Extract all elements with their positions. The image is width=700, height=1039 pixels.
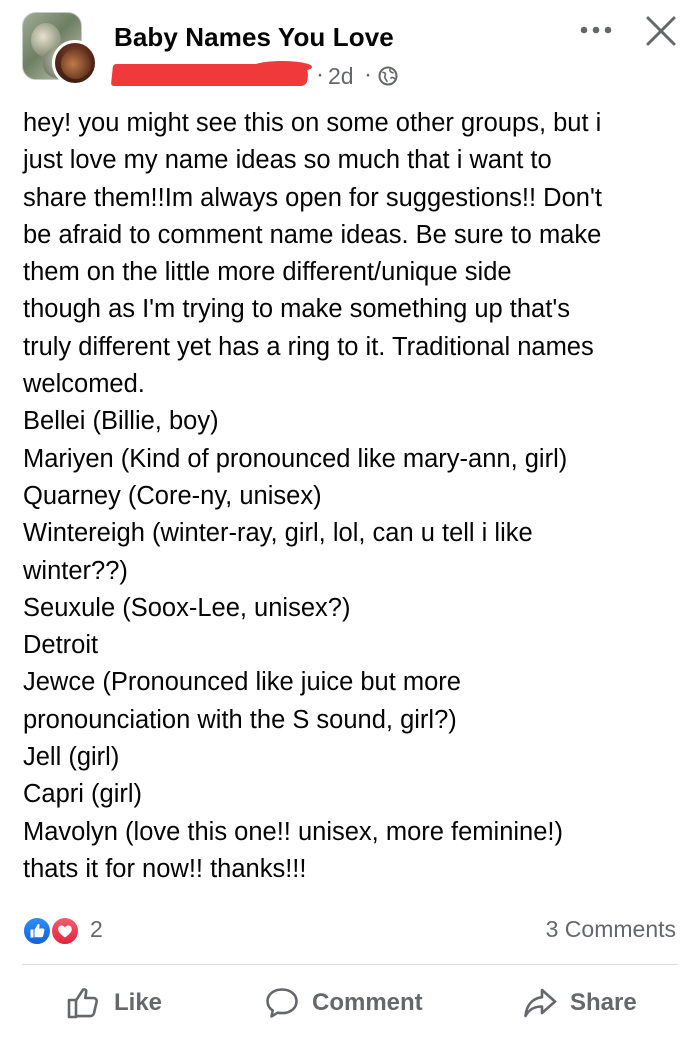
close-button[interactable] <box>644 14 678 48</box>
post-text: hey! you might see this on some other gr… <box>23 105 683 888</box>
post-text-line: Bellei (Billie, boy) <box>23 407 219 436</box>
post-text-line: truly different yet has a ring to it. Tr… <box>23 332 594 361</box>
like-label: Like <box>114 989 163 1016</box>
post-text-line: winter??) <box>23 556 128 585</box>
thumbs-up-icon <box>67 988 98 1019</box>
author-avatar[interactable] <box>52 40 98 86</box>
share-arrow-icon <box>524 988 557 1018</box>
comment-label: Comment <box>312 989 423 1016</box>
more-options-button[interactable] <box>578 18 614 42</box>
post-text-line: Jewce (Pronounced like juice but more <box>23 668 461 697</box>
reactions-summary: 2 3 Comments <box>0 908 700 948</box>
divider <box>22 964 678 965</box>
post-text-line: Wintereigh (winter-ray, girl, lol, can u… <box>23 519 533 548</box>
comments-count-link[interactable]: 3 Comments <box>546 916 676 943</box>
post-text-line: though as I'm trying to make something u… <box>23 295 570 324</box>
post-actions: Like Comment Share <box>0 976 700 1030</box>
post-text-line: hey! you might see this on some other gr… <box>23 109 602 137</box>
share-label: Share <box>570 989 637 1016</box>
post-meta: · 2d · <box>110 60 412 90</box>
post-text-line: Seuxule (Soox-Lee, unisex?) <box>23 593 351 622</box>
meta-separator: · <box>364 61 372 88</box>
reaction-count[interactable]: 2 <box>90 916 103 943</box>
share-button[interactable]: Share <box>522 976 637 1030</box>
post-timestamp[interactable]: 2d <box>328 63 354 90</box>
like-button[interactable]: Like <box>66 976 162 1030</box>
post-text-line: share them!!Im always open for suggestio… <box>23 183 602 212</box>
post-text-line: Quarney (Core-ny, unisex) <box>23 481 322 510</box>
post-text-line: just love my name ideas so much that i w… <box>23 146 552 175</box>
like-reaction-icon[interactable] <box>22 916 52 946</box>
globe-icon <box>378 66 398 86</box>
redacted-author-name-mark <box>252 61 312 73</box>
post-text-line: them on the little more different/unique… <box>23 258 512 287</box>
post-text-line: Detroit <box>23 631 99 660</box>
post-text-line: welcomed. <box>23 370 145 399</box>
comment-bubble-icon <box>266 988 298 1018</box>
post-text-line: be afraid to comment name ideas. Be sure… <box>23 220 602 249</box>
post-text-line: thats it for now!! thanks!!! <box>23 854 307 883</box>
post-text-line: Mariyen (Kind of pronounced like mary-an… <box>23 444 568 473</box>
post-text-line: Capri (girl) <box>23 780 143 809</box>
post-header: Baby Names You Love · 2d · <box>0 0 700 105</box>
meta-separator: · <box>316 61 324 88</box>
love-reaction-icon[interactable] <box>50 916 80 946</box>
post-text-line: pronounciation with the S sound, girl?) <box>23 705 457 734</box>
group-name-link[interactable]: Baby Names You Love <box>114 22 394 53</box>
post-text-line: Mavolyn (love this one!! unisex, more fe… <box>23 817 563 846</box>
comment-button[interactable]: Comment <box>264 976 423 1030</box>
post-text-line: Jell (girl) <box>23 743 120 772</box>
author-avatar-photo-part <box>61 49 91 79</box>
